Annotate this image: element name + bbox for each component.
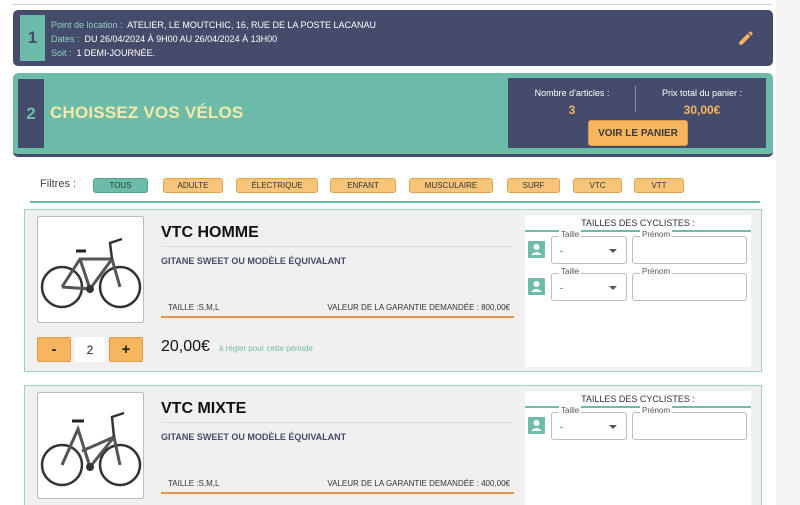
firstname-field[interactable]: Prénom <box>632 267 747 301</box>
duration-label: Soit : <box>51 48 72 58</box>
duration-value: 1 DEMI-JOURNÉE. <box>76 48 156 58</box>
person-icon <box>528 241 545 258</box>
name-divider <box>161 246 514 247</box>
firstname-label: Prénom <box>640 406 673 416</box>
firstname-field[interactable]: Prénom <box>632 406 747 440</box>
dates-label: Dates : <box>51 34 80 44</box>
product-price: 20,00€ <box>161 338 210 355</box>
name-divider <box>161 422 514 423</box>
filter-vtc[interactable]: VTC <box>573 178 622 193</box>
location-value: ATELIER, LE MOUTCHIC, 16, RUE DE LA POST… <box>127 20 376 30</box>
size-label: Taille <box>559 267 582 277</box>
chevron-down-icon <box>609 425 617 429</box>
size-value: - <box>560 422 563 432</box>
rider-sizes-panel: TAILLES DES CYCLISTES : Taille - Prénom <box>525 391 751 505</box>
filter-vtt[interactable]: VTT <box>634 178 684 193</box>
deposit-value: VALEUR DE LA GARANTIE DEMANDÉE : 400,00€ <box>327 479 510 488</box>
total-label: Prix total du panier : <box>661 88 743 98</box>
step-2-number: 2 <box>18 79 44 148</box>
cart-divider <box>635 86 636 112</box>
product-name: VTC HOMME <box>161 224 259 241</box>
price-divider <box>161 492 514 494</box>
product-subtitle: GITANE SWEET OU MODÈLE ÉQUIVALANT <box>161 256 347 266</box>
step-1-number: 1 <box>20 15 45 61</box>
total-price: 30,00€ <box>683 103 721 117</box>
bike-image <box>37 392 144 499</box>
rider-sizes-panel: TAILLES DES CYCLISTES : Taille - Prénom … <box>525 215 751 367</box>
bike-illustration <box>40 411 142 487</box>
filter-tous[interactable]: TOUS <box>93 178 148 193</box>
filter-enfant[interactable]: ENFANT <box>330 178 396 193</box>
firstname-field[interactable]: Prénom <box>632 230 747 264</box>
person-icon <box>528 278 545 295</box>
top-divider <box>12 4 772 5</box>
quantity-value[interactable]: 2 <box>75 337 105 362</box>
rental-details: Point de location : ATELIER, LE MOUTCHIC… <box>51 18 376 60</box>
filter-musculaire[interactable]: MUSCULAIRE <box>409 178 493 193</box>
person-icon <box>528 417 545 434</box>
product-card: VTC HOMME GITANE SWEET OU MODÈLE ÉQUIVAL… <box>24 209 762 372</box>
available-sizes: TAILLE :S,M,L <box>168 479 220 488</box>
size-select[interactable]: Taille - <box>551 230 627 264</box>
size-select[interactable]: Taille - <box>551 267 627 301</box>
firstname-label: Prénom <box>640 267 673 277</box>
available-sizes: TAILLE :S,M,L <box>168 303 220 312</box>
quantity-decrease-button[interactable]: - <box>37 337 71 362</box>
page-title: CHOISSEZ VOS VÉLOS <box>50 103 244 122</box>
filter-adulte[interactable]: ADULTE <box>163 178 223 193</box>
product-card: VTC MIXTE GITANE SWEET OU MODÈLE ÉQUIVAL… <box>24 385 762 505</box>
size-value: - <box>560 283 563 293</box>
articles-label: Nombre d'articles : <box>534 88 610 98</box>
size-label: Taille <box>559 406 582 416</box>
rider-sizes-title: TAILLES DES CYCLISTES : <box>581 394 695 404</box>
firstname-label: Prénom <box>640 230 673 240</box>
bike-image <box>37 216 144 323</box>
location-label: Point de location : <box>51 20 123 30</box>
size-select[interactable]: Taille - <box>551 406 627 440</box>
filters-divider <box>30 201 760 203</box>
cart-summary: Nombre d'articles : 3 Prix total du pani… <box>508 78 766 148</box>
view-cart-button[interactable]: VOIR LE PANIER <box>588 120 688 146</box>
scrollbar[interactable] <box>776 0 800 505</box>
bike-illustration <box>40 237 142 309</box>
dates-value: DU 26/04/2024 À 9H00 AU 26/04/2024 À 13H… <box>84 34 278 44</box>
pencil-icon[interactable] <box>737 29 755 47</box>
step-2-header: 2 CHOISSEZ VOS VÉLOS Nombre d'articles :… <box>13 73 773 157</box>
product-name: VTC MIXTE <box>161 400 247 417</box>
size-value: - <box>560 246 563 256</box>
chevron-down-icon <box>609 286 617 290</box>
rider-sizes-title: TAILLES DES CYCLISTES : <box>581 218 695 228</box>
quantity-increase-button[interactable]: + <box>109 337 143 362</box>
articles-count: 3 <box>568 103 576 117</box>
filter-electrique[interactable]: ÉLECTRIQUE <box>236 178 318 193</box>
size-label: Taille <box>559 230 582 240</box>
price-divider <box>161 316 514 318</box>
filter-surf[interactable]: SURF <box>507 178 560 193</box>
chevron-down-icon <box>609 249 617 253</box>
filters-label: Filtres : <box>40 178 77 190</box>
step-1-summary: 1 Point de location : ATELIER, LE MOUTCH… <box>13 10 773 66</box>
price-note: à régler pour cette période <box>219 344 313 353</box>
deposit-value: VALEUR DE LA GARANTIE DEMANDÉE : 800,00€ <box>327 303 510 312</box>
product-subtitle: GITANE SWEET OU MODÈLE ÉQUIVALANT <box>161 432 347 442</box>
